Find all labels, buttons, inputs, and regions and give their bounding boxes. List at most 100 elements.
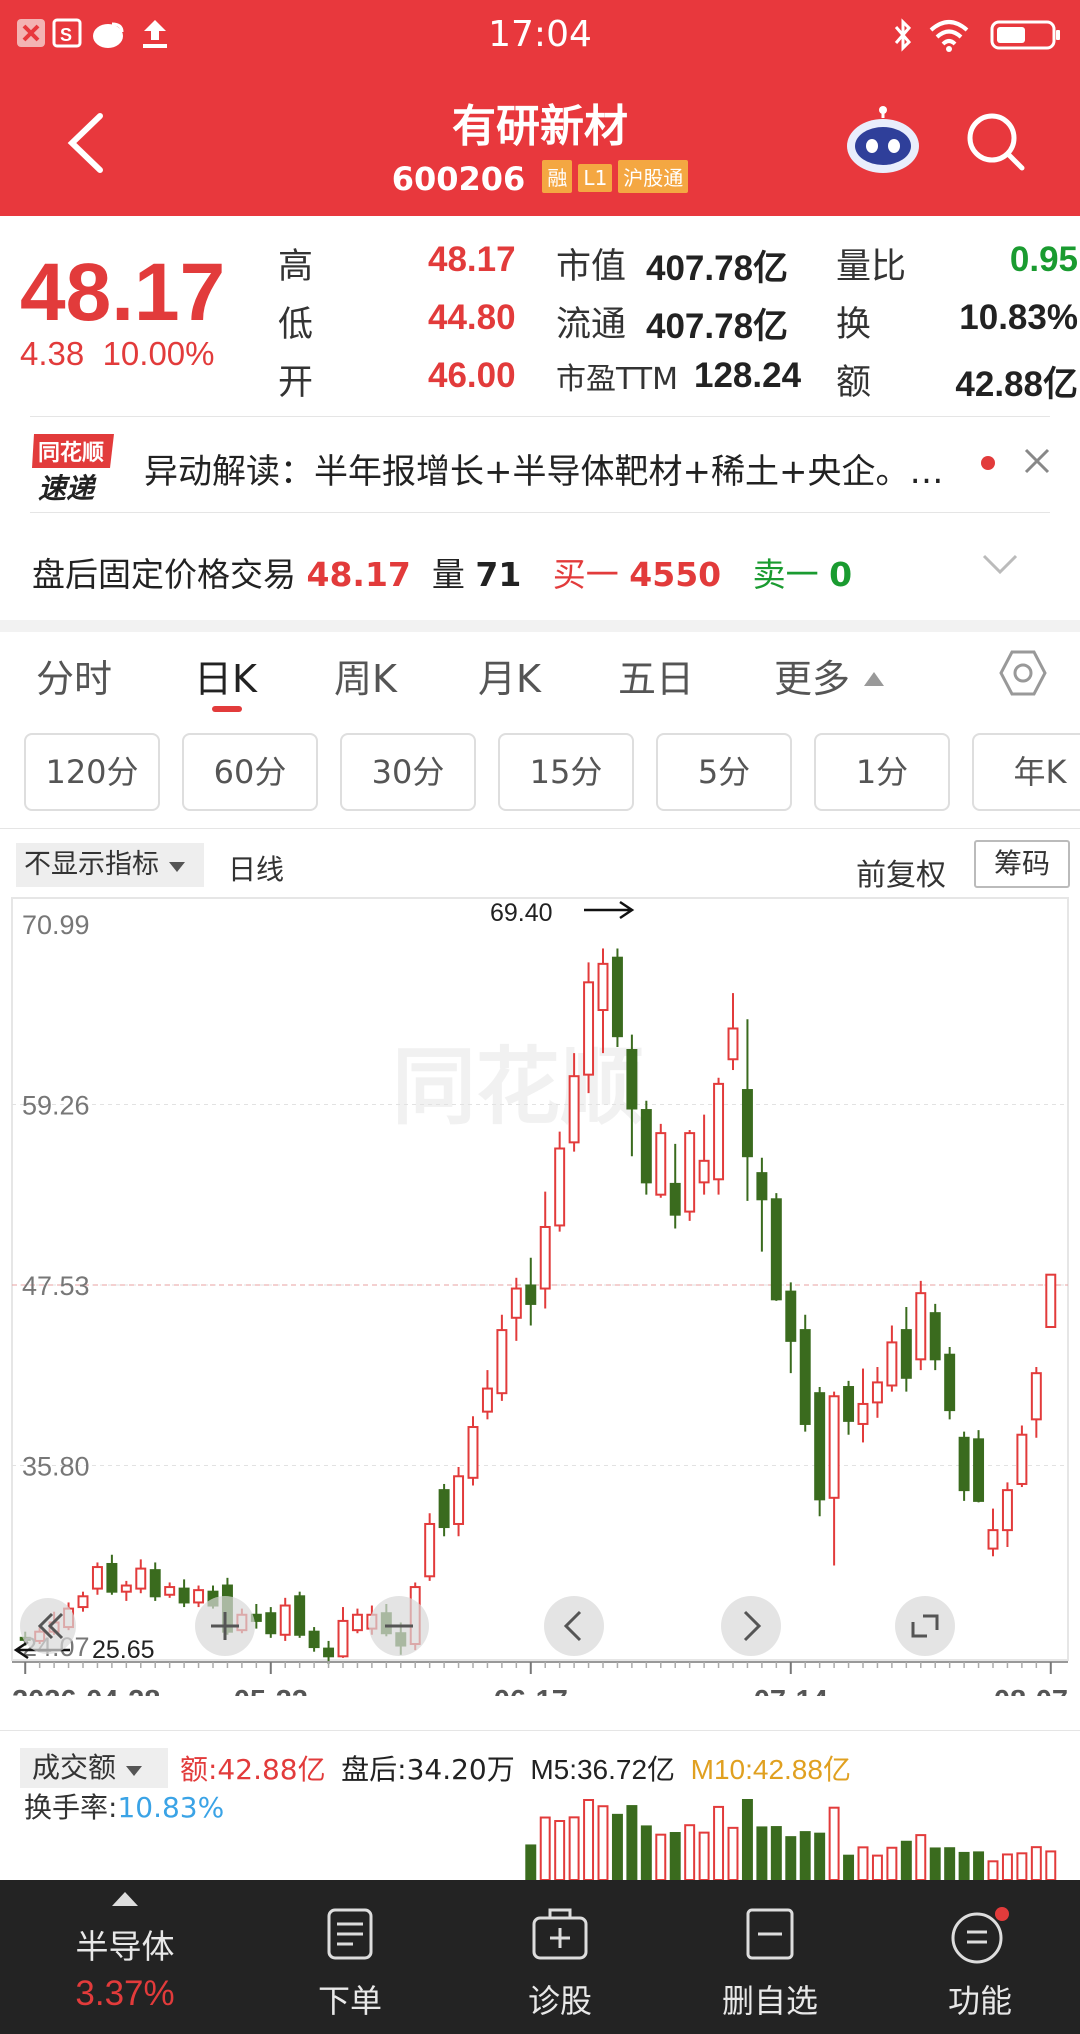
- high-label: 高: [278, 247, 314, 287]
- candle: [351, 1608, 363, 1634]
- functions-button[interactable]: 功能: [900, 1880, 1060, 2034]
- tab-monthly-k[interactable]: 月K: [478, 648, 541, 703]
- volume-chart[interactable]: [0, 1790, 1080, 1880]
- close-icon[interactable]: [1022, 446, 1052, 476]
- diagnose-label: 诊股: [527, 1982, 592, 2020]
- high-value: 48.17: [428, 240, 516, 279]
- candle: [467, 1416, 479, 1486]
- last-price: 48.17: [20, 247, 226, 338]
- diagnose-button[interactable]: 诊股: [480, 1880, 640, 2034]
- chevron-down-icon[interactable]: [982, 552, 1018, 576]
- search-icon[interactable]: [964, 110, 1028, 174]
- tab-five-day[interactable]: 五日: [618, 648, 694, 703]
- scroll-right-button[interactable]: [721, 1596, 781, 1656]
- robot-assistant-icon[interactable]: [845, 106, 921, 176]
- sector-change: 3.37%: [75, 1974, 175, 2013]
- period-yearly-button[interactable]: 年K: [972, 733, 1080, 811]
- dropdown-triangle-icon: [168, 862, 185, 872]
- volume-indicator-select[interactable]: 成交额: [20, 1748, 168, 1788]
- watermark: 同花顺: [392, 1038, 644, 1136]
- candle-body: [843, 1386, 855, 1422]
- volume-bar: [973, 1851, 985, 1880]
- adjust-select[interactable]: 前复权: [856, 850, 946, 894]
- period-60min-button[interactable]: 60分: [182, 733, 318, 811]
- volume-after-hours: 盘后:34.20万: [341, 1753, 515, 1786]
- candle-body: [799, 1329, 811, 1425]
- candle-body: [510, 1287, 522, 1319]
- order-button[interactable]: 下单: [270, 1880, 430, 2034]
- ths-express-logo[interactable]: 同花顺 速递: [30, 428, 118, 506]
- zoom-out-button[interactable]: [369, 1596, 429, 1656]
- after-hours-row[interactable]: 盘后固定价格交易 48.17 量 71 买一 4550 卖一 0: [32, 548, 852, 596]
- candle-body: [828, 1395, 840, 1499]
- min-price-label: 25.65: [92, 1636, 155, 1664]
- period-120min-button[interactable]: 120分: [24, 733, 160, 811]
- scroll-left-button[interactable]: [544, 1596, 604, 1656]
- candle-body: [164, 1586, 176, 1596]
- candle: [770, 1193, 782, 1301]
- volume-bar: [958, 1851, 970, 1880]
- turnover-label: 换: [836, 305, 872, 345]
- candle-body: [279, 1604, 291, 1636]
- candle-body: [756, 1172, 768, 1201]
- kline-svg[interactable]: 同花顺 70.9959.2647.5335.8024.07 2026-04-28…: [0, 896, 1080, 1696]
- section-gap: [0, 620, 1080, 632]
- period-1min-button[interactable]: 1分: [814, 733, 950, 811]
- volume-ma5: M5:36.72亿: [530, 1754, 676, 1785]
- line-type-label: 日线: [228, 853, 285, 886]
- volume-bar: [539, 1816, 551, 1880]
- candle-body: [640, 1109, 652, 1184]
- kline-chart[interactable]: 同花顺 70.9959.2647.5335.8024.07 2026-04-28…: [0, 896, 1080, 1696]
- sector-widget[interactable]: 半导体 3.37%: [0, 1880, 250, 2034]
- order-label: 下单: [317, 1982, 382, 2020]
- candle-body: [554, 1147, 566, 1227]
- candle: [756, 1157, 768, 1252]
- header-bar: S 17:04 有研新材 600206 融 L1 沪股通: [0, 0, 1080, 216]
- candle: [915, 1280, 927, 1371]
- candle: [481, 1370, 493, 1420]
- news-headline[interactable]: 异动解读：半年报增长+半导体靶材+稀土+央企。…: [144, 444, 943, 493]
- open-label: 开: [278, 363, 314, 403]
- change-value: 4.38: [20, 335, 85, 372]
- volume-bar: [857, 1846, 869, 1880]
- candle-body: [684, 1132, 696, 1213]
- tab-daily-k[interactable]: 日K: [194, 648, 257, 703]
- candle: [1045, 1273, 1057, 1329]
- functions-label: 功能: [947, 1982, 1012, 2020]
- y-tick-label: 70.99: [22, 910, 90, 940]
- period-15min-button[interactable]: 15分: [498, 733, 634, 811]
- volume-bar: [568, 1816, 580, 1880]
- chips-button[interactable]: 筹码: [974, 840, 1070, 888]
- tab-weekly-k[interactable]: 周K: [334, 648, 397, 703]
- tab-intraday[interactable]: 分时: [36, 648, 112, 703]
- tab-more[interactable]: 更多: [774, 648, 886, 703]
- candle-body: [308, 1630, 320, 1649]
- remove-watchlist-button[interactable]: 删自选: [690, 1880, 850, 2034]
- settings-hexagon-icon[interactable]: [998, 648, 1048, 698]
- candle-body: [77, 1595, 89, 1609]
- float-value: 407.78亿: [646, 307, 789, 346]
- scroll-left-double-button[interactable]: [20, 1598, 76, 1654]
- volume-bar: [871, 1854, 883, 1880]
- volume-bar: [741, 1799, 753, 1880]
- period-30min-button[interactable]: 30分: [340, 733, 476, 811]
- pe-label: 市盈TTM: [556, 362, 679, 397]
- low-value: 44.80: [428, 298, 516, 337]
- volume-bar: [1001, 1853, 1013, 1880]
- candle: [265, 1607, 277, 1638]
- candle-body: [973, 1438, 985, 1502]
- candle: [438, 1483, 450, 1537]
- x-tick-label: 08-07: [994, 1685, 1068, 1696]
- stock-connect-tag: 沪股通: [618, 160, 689, 193]
- x-tick-label: 2026-04-28: [12, 1685, 160, 1696]
- candle-body: [713, 1082, 725, 1181]
- candle: [886, 1325, 898, 1392]
- period-5min-button[interactable]: 5分: [656, 733, 792, 811]
- zoom-in-button[interactable]: [195, 1596, 255, 1656]
- candle-body: [120, 1584, 132, 1593]
- candle-body: [525, 1284, 537, 1305]
- sector-name: 半导体: [75, 1927, 175, 1966]
- fullscreen-button[interactable]: [895, 1596, 955, 1656]
- indicator-select[interactable]: 不显示指标: [16, 843, 204, 887]
- divider: [0, 828, 1080, 829]
